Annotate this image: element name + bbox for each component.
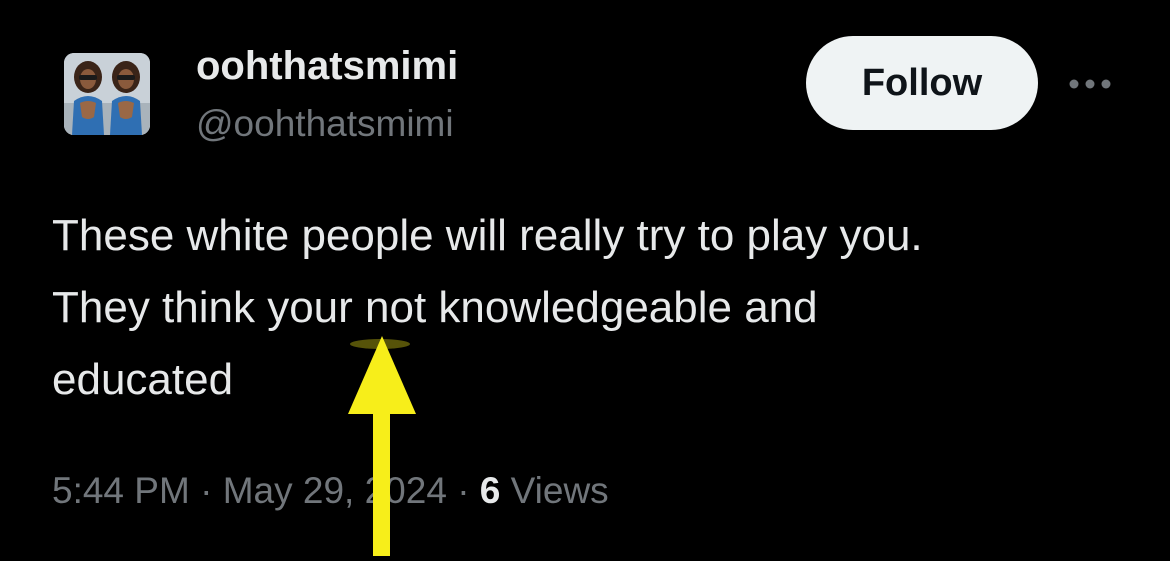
avatar[interactable] [64, 53, 150, 135]
meta-separator: · [200, 470, 213, 511]
follow-button[interactable]: Follow [806, 36, 1038, 130]
more-horizontal-icon [1069, 79, 1111, 89]
tweet-date[interactable]: May 29, 2024 [223, 470, 447, 511]
user-handle[interactable]: @oohthatsmimi [196, 101, 454, 147]
more-options-button[interactable] [1064, 62, 1116, 106]
views-label[interactable]: Views [511, 470, 609, 511]
meta-separator: · [457, 470, 470, 511]
tweet-text-line: educated [52, 355, 234, 404]
views-count[interactable]: 6 [480, 470, 501, 511]
tweet-text-line: They think your not knowledgeable and [52, 283, 818, 332]
tweet-text: These white people will really try to pl… [52, 200, 1132, 416]
tweet-text-line: These white people will really try to pl… [52, 211, 923, 260]
avatar-image [64, 53, 150, 135]
tweet-time[interactable]: 5:44 PM [52, 470, 190, 511]
display-name[interactable]: oohthatsmimi [196, 42, 458, 90]
tweet-meta: 5:44 PM · May 29, 2024 · 6 Views [52, 464, 609, 518]
